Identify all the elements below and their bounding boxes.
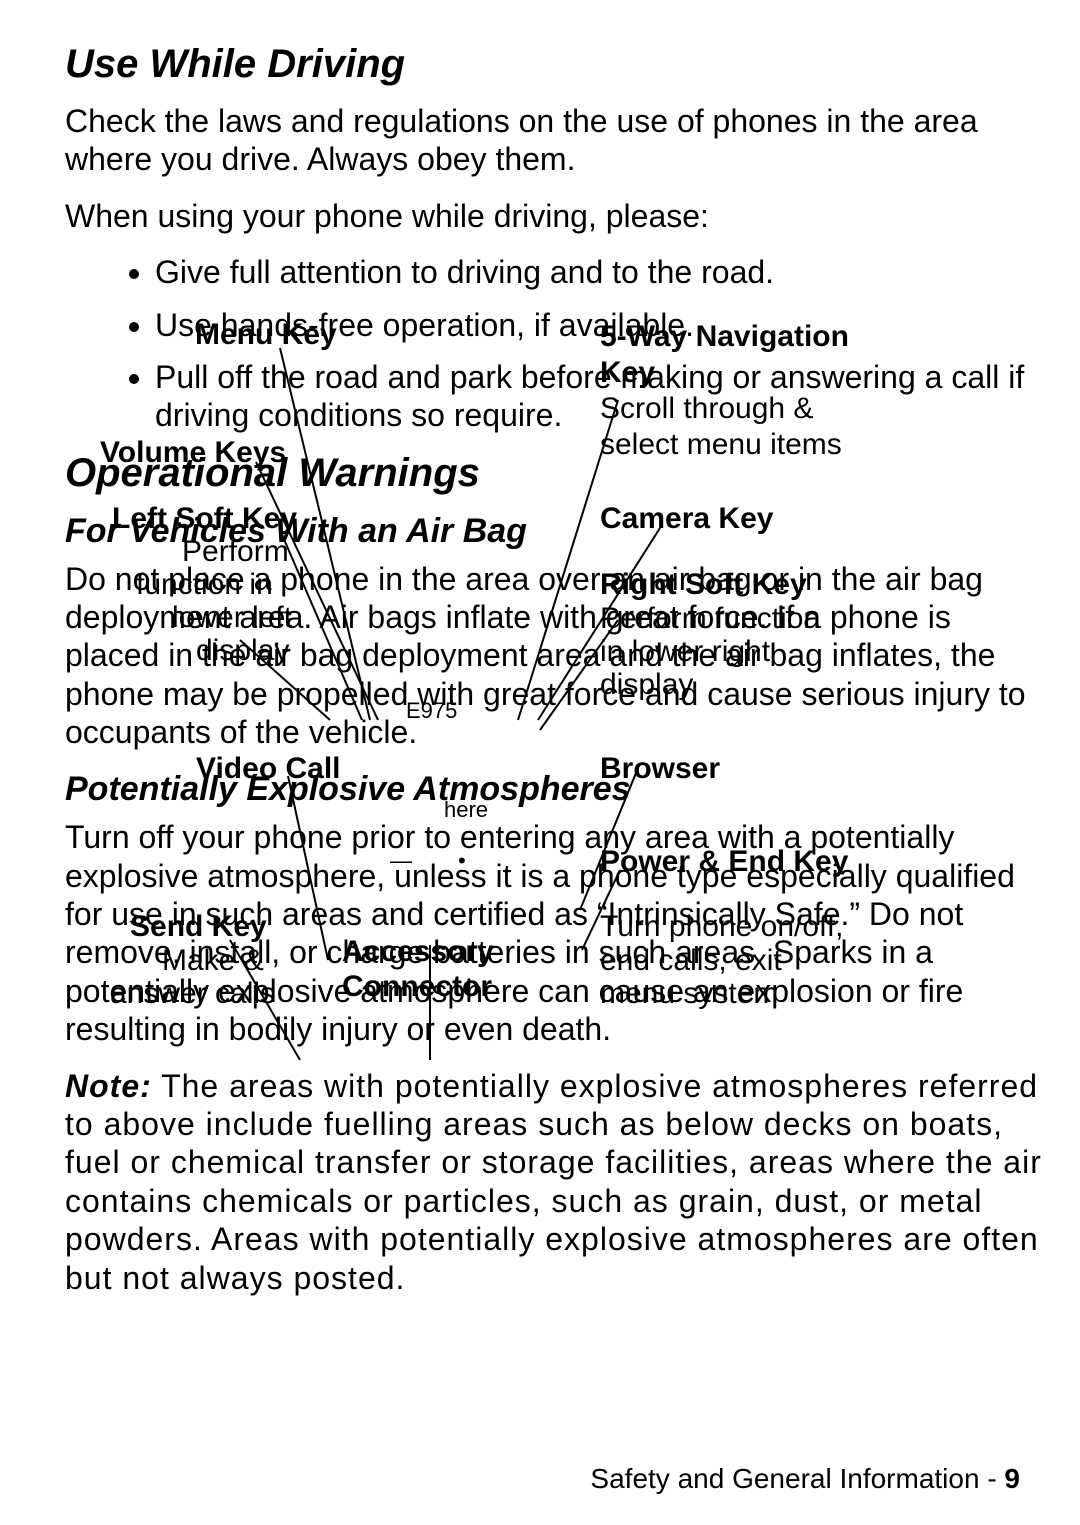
label-power-end-desc: menu system [600, 977, 778, 1010]
label-send-key: Send Key [130, 910, 267, 943]
label-right-soft-key-desc: Perform function [600, 602, 820, 635]
para-when-using: When using your phone while driving, ple… [65, 197, 1045, 235]
label-menu-key: Menu Key [195, 318, 337, 351]
overlay-mark: — [390, 848, 412, 874]
label-volume-keys: Volume Keys [100, 436, 286, 469]
note-text: The areas with potentially explosive atm… [65, 1068, 1042, 1296]
label-5way-nav-desc: select menu items [600, 428, 842, 461]
page-footer: Safety and General Information - 9 [590, 1463, 1020, 1495]
label-send-key-desc: answer calls [110, 977, 275, 1010]
label-right-soft-key-desc: display [600, 668, 693, 701]
heading-use-while-driving: Use While Driving [65, 40, 1045, 88]
label-accessory-connector: Connector [342, 970, 492, 1003]
para-check-laws: Check the laws and regulations on the us… [65, 102, 1045, 179]
label-power-end-desc: Turn phone on/off, [600, 910, 844, 943]
list-item: Give full attention to driving and to th… [155, 253, 1045, 291]
label-left-soft-key-desc: lower left [172, 601, 292, 634]
footer-label: Safety and General Information - [590, 1463, 1004, 1494]
label-power-end-key: Power & End Key [600, 845, 848, 878]
overlay-mark: • [458, 848, 466, 874]
label-send-key-desc: Make & [162, 944, 264, 977]
label-accessory-connector: Accessory [342, 935, 494, 968]
label-left-soft-key-desc: function in [136, 568, 273, 601]
label-left-soft-key: Left Soft Key [112, 502, 297, 535]
label-right-soft-key: Right Soft Key [600, 568, 807, 601]
label-5way-nav-desc: Scroll through & [600, 392, 813, 425]
label-browser: Browser [600, 752, 720, 785]
para-note: Note: The areas with potentially explosi… [65, 1067, 1045, 1297]
note-label: Note: [65, 1068, 152, 1104]
overlay-mark: here [444, 797, 488, 823]
label-right-soft-key-desc: in lower right [600, 635, 770, 668]
label-5way-nav-key: Key [600, 356, 655, 389]
label-power-end-desc: end calls, exit [600, 944, 782, 977]
label-5way-nav-key: 5-Way Navigation [600, 320, 849, 353]
label-left-soft-key-desc: Perform [182, 535, 289, 568]
page-number: 9 [1004, 1463, 1020, 1494]
label-left-soft-key-desc: display [196, 634, 289, 667]
label-camera-key: Camera Key [600, 502, 773, 535]
label-video-call: Video Call [196, 752, 341, 785]
overlay-mark: E975 [406, 698, 457, 724]
